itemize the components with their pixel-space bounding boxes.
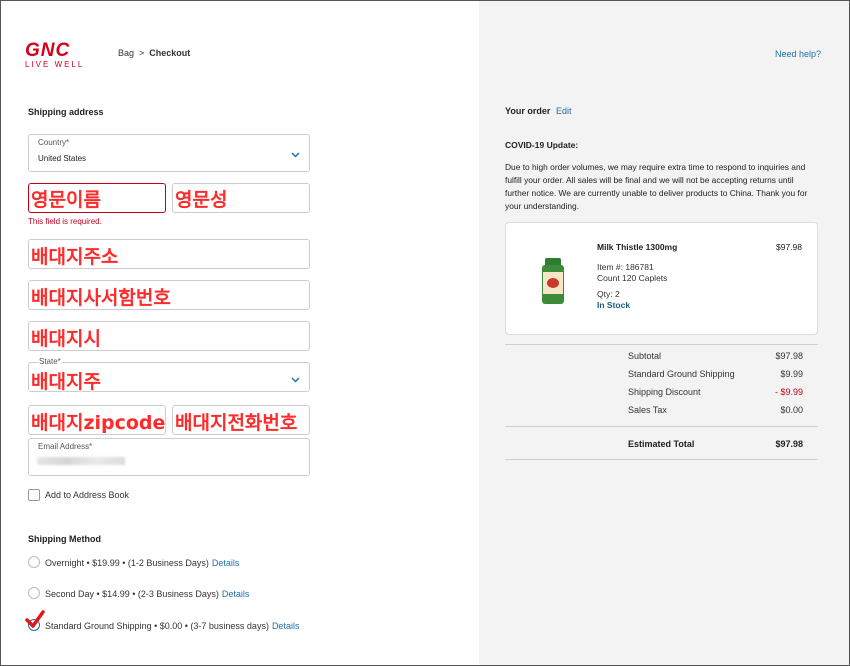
summary-value: $0.00 — [780, 405, 803, 415]
email-field[interactable]: Email Address* — [28, 438, 310, 476]
breadcrumb-bag[interactable]: Bag — [118, 48, 134, 58]
shipping-method-title: Shipping Method — [28, 534, 101, 544]
summary-label: Subtotal — [628, 351, 662, 361]
city-overlay: 배대지시 — [31, 328, 101, 350]
country-label: Country* — [38, 138, 70, 147]
page-frame: GNC LIVE WELL Bag > Checkout Shipping addr… — [0, 0, 850, 666]
covid-update-body: Due to high order volumes, we may requir… — [505, 162, 808, 211]
product-item-number: Item #: 186781 — [597, 262, 654, 272]
phone-overlay: 배대지전화번호 — [175, 412, 298, 434]
address2-field[interactable]: 배대지사서함번호 — [28, 280, 310, 310]
summary-value: $97.98 — [775, 351, 803, 361]
estimated-total-label: Estimated Total — [628, 439, 695, 449]
order-item-card: Milk Thistle 1300mg $97.98 Item #: 18678… — [505, 222, 818, 335]
details-link[interactable]: Details — [222, 589, 250, 599]
summary-row-shipping: Standard Ground Shipping $9.99 — [628, 369, 803, 379]
gnc-logo[interactable]: GNC LIVE WELL — [25, 40, 95, 69]
city-field[interactable]: 배대지시 — [28, 321, 310, 351]
product-name[interactable]: Milk Thistle 1300mg — [597, 242, 677, 252]
breadcrumb-checkout: Checkout — [149, 48, 191, 58]
state-overlay: 배대지주 — [31, 371, 101, 393]
red-checkmark-icon — [25, 610, 45, 628]
summary-value: $9.99 — [780, 369, 803, 379]
last-name-field[interactable]: 영문성 — [172, 183, 310, 213]
country-select[interactable]: Country* United States — [28, 134, 310, 172]
add-to-address-book-label[interactable]: Add to Address Book — [45, 490, 129, 500]
stock-status: In Stock — [597, 300, 631, 310]
first-name-error: This field is required. — [28, 217, 102, 226]
last-name-overlay: 영문성 — [175, 189, 228, 211]
email-value-redacted — [37, 457, 125, 465]
radio-overnight[interactable] — [28, 556, 40, 568]
shipping-address-title: Shipping address — [28, 107, 104, 117]
zip-overlay: 배대지zipcode — [31, 412, 166, 434]
product-count: Count 120 Caplets — [597, 273, 668, 283]
divider — [505, 426, 818, 427]
logo-wordmark: GNC — [25, 40, 71, 61]
shipping-option-label: Standard Ground Shipping • $0.00 • (3-7 … — [45, 621, 269, 631]
details-link[interactable]: Details — [212, 558, 240, 568]
divider — [505, 459, 818, 460]
product-qty: Qty: 2 — [597, 289, 620, 299]
address2-overlay: 배대지사서함번호 — [31, 287, 171, 309]
country-value: United States — [38, 154, 87, 163]
first-name-overlay: 영문이름 — [31, 189, 101, 211]
email-label: Email Address* — [38, 442, 93, 451]
estimated-total-value: $97.98 — [775, 439, 803, 449]
breadcrumb-separator: > — [139, 48, 145, 58]
summary-row-shipping-discount: Shipping Discount - $9.99 — [628, 387, 803, 397]
shipping-option-standard-ground[interactable]: Standard Ground Shipping • $0.00 • (3-7 … — [45, 621, 299, 631]
logo-tagline: LIVE WELL — [25, 60, 85, 69]
zip-field[interactable]: 배대지zipcode — [28, 405, 166, 435]
breadcrumb: Bag > Checkout — [118, 48, 190, 58]
your-order-title: Your order — [505, 106, 551, 116]
covid-update-title: COVID-19 Update: — [505, 140, 579, 150]
state-select[interactable]: 배대지주 — [28, 362, 310, 393]
summary-value: - $9.99 — [774, 387, 803, 397]
need-help-link[interactable]: Need help? — [775, 49, 821, 59]
address1-overlay: 배대지주소 — [31, 246, 119, 268]
state-label: State* — [38, 357, 62, 366]
shipping-option-label: Overnight • $19.99 • (1-2 Business Days) — [45, 558, 209, 568]
radio-second-day[interactable] — [28, 587, 40, 599]
first-name-field[interactable]: 영문이름 — [28, 183, 166, 213]
shipping-option-label: Second Day • $14.99 • (2-3 Business Days… — [45, 589, 219, 599]
phone-field[interactable]: 배대지전화번호 — [172, 405, 310, 435]
summary-label: Shipping Discount — [628, 387, 701, 397]
shipping-option-second-day[interactable]: Second Day • $14.99 • (2-3 Business Days… — [45, 589, 249, 599]
address1-field[interactable]: 배대지주소 — [28, 239, 310, 269]
summary-row-sales-tax: Sales Tax $0.00 — [628, 405, 803, 415]
divider — [505, 344, 818, 345]
details-link[interactable]: Details — [272, 621, 300, 631]
chevron-down-icon — [291, 150, 300, 160]
estimated-total-row: Estimated Total $97.98 — [628, 439, 803, 449]
product-image[interactable] — [542, 258, 564, 304]
chevron-down-icon — [291, 375, 300, 385]
add-to-address-book-checkbox[interactable] — [28, 489, 40, 501]
product-price: $97.98 — [776, 242, 802, 252]
shipping-option-overnight[interactable]: Overnight • $19.99 • (1-2 Business Days)… — [45, 558, 239, 568]
summary-row-subtotal: Subtotal $97.98 — [628, 351, 803, 361]
summary-label: Sales Tax — [628, 405, 667, 415]
summary-label: Standard Ground Shipping — [628, 369, 735, 379]
edit-order-link[interactable]: Edit — [556, 106, 572, 116]
